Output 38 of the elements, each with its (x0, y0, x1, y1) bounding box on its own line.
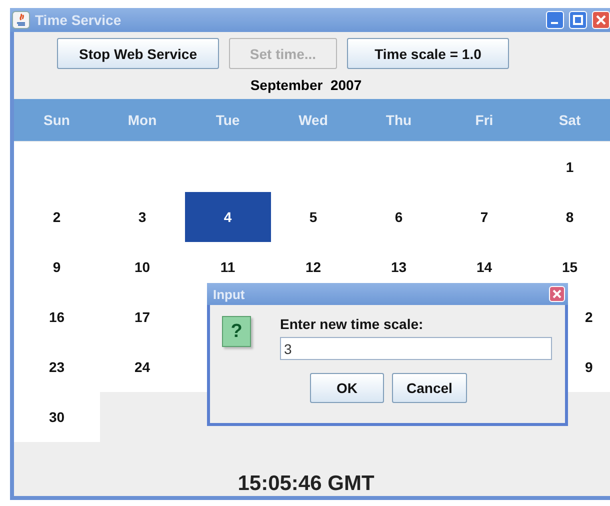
weekday-label: Sat (558, 112, 582, 128)
day-cell[interactable]: 23 (14, 342, 100, 392)
weekday-label: Thu (384, 112, 413, 128)
day-cell[interactable]: 1 (527, 142, 610, 192)
day-cell[interactable]: 30 (14, 392, 100, 442)
day-cell[interactable]: 16 (14, 292, 100, 342)
toolbar-button[interactable]: Stop Web Service (57, 38, 219, 70)
day-cell[interactable]: 7 (442, 192, 527, 242)
day-cell[interactable]: 2 (14, 192, 100, 242)
weekday-label: Mon (126, 112, 158, 128)
weekday-label: Fri (474, 112, 494, 128)
app-icon (12, 11, 30, 30)
close-icon[interactable] (592, 11, 610, 30)
day-cell[interactable]: 24 (100, 342, 185, 392)
question-icon: ? (222, 316, 251, 347)
dialog-title: Input (213, 286, 246, 302)
month-label: September 2007 (249, 76, 363, 96)
clock-label: 15:05:46 GMT (236, 472, 376, 496)
day-cell[interactable]: 10 (100, 242, 185, 292)
input-field[interactable]: 3 (280, 337, 552, 360)
day-cell[interactable]: 17 (100, 292, 185, 342)
day-cell[interactable]: 5 (270, 192, 356, 242)
weekday-label: Wed (298, 112, 329, 128)
maximize-icon[interactable] (569, 11, 587, 30)
day-cell[interactable]: 9 (14, 242, 100, 292)
weekday-label: Tue (214, 112, 241, 128)
dialog-button[interactable]: Cancel (392, 373, 467, 403)
prompt-label: Enter new time scale: (280, 316, 424, 332)
window-title: Time Service (35, 12, 122, 28)
day-cell[interactable]: 3 (100, 192, 185, 242)
toolbar-button[interactable]: Time scale = 1.0 (347, 38, 509, 70)
weekday-label: Sun (42, 112, 71, 128)
day-cell[interactable]: 6 (356, 192, 442, 242)
dialog-button[interactable]: OK (310, 373, 384, 403)
selected-day[interactable]: 4 (185, 192, 270, 242)
minimize-icon[interactable] (546, 11, 564, 30)
close-icon[interactable] (549, 286, 565, 302)
day-cell[interactable]: 8 (527, 192, 610, 242)
